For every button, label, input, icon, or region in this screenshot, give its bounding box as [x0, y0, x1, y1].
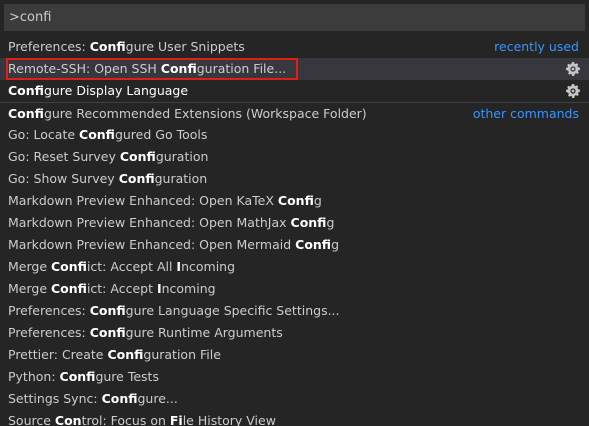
group-label-other-commands: other commands	[472, 106, 579, 121]
command-input-box[interactable]	[4, 4, 585, 31]
list-item[interactable]: Markdown Preview Enhanced: Open Mermaid …	[0, 234, 589, 256]
list-item[interactable]: Go: Show Survey Configuration	[0, 168, 589, 190]
command-label: Configure Recommended Extensions (Worksp…	[8, 106, 367, 121]
command-label: Go: Reset Survey Configuration	[8, 149, 209, 164]
command-palette: Preferences: Configure User Snippets rec…	[0, 0, 589, 426]
command-label: Preferences: Configure Runtime Arguments	[8, 325, 283, 340]
command-label: Markdown Preview Enhanced: Open MathJax …	[8, 215, 335, 230]
command-label: Merge Confiict: Accept Incoming	[8, 281, 216, 296]
command-label: Go: Show Survey Configuration	[8, 171, 208, 186]
list-item[interactable]: Preferences: Configure Runtime Arguments	[0, 322, 589, 344]
list-item[interactable]: Source Control: Focus on File History Vi…	[0, 410, 589, 426]
list-item-selected[interactable]: Remote-SSH: Open SSH Configuration File.…	[0, 58, 589, 80]
gear-icon[interactable]	[565, 61, 581, 77]
command-label: Preferences: Configure User Snippets	[8, 39, 245, 54]
list-item[interactable]: Markdown Preview Enhanced: Open KaTeX Co…	[0, 190, 589, 212]
group-label-recently-used: recently used	[494, 39, 579, 54]
command-search-input[interactable]	[5, 5, 584, 30]
command-label: Python: Configure Tests	[8, 369, 159, 384]
list-item[interactable]: Go: Reset Survey Configuration	[0, 146, 589, 168]
list-item[interactable]: Prettier: Create Configuration File	[0, 344, 589, 366]
command-label: Markdown Preview Enhanced: Open Mermaid …	[8, 237, 340, 252]
command-label: Settings Sync: Configure...	[8, 391, 178, 406]
command-label: Preferences: Configure Language Specific…	[8, 303, 340, 318]
list-item[interactable]: Merge Confiict: Accept Incoming	[0, 278, 589, 300]
gear-icon[interactable]	[565, 83, 581, 99]
command-label: Configure Display Language	[8, 83, 189, 98]
command-label: Merge Confiict: Accept All Incoming	[8, 259, 236, 274]
list-item[interactable]: Merge Confiict: Accept All Incoming	[0, 256, 589, 278]
command-label: Go: Locate Configured Go Tools	[8, 127, 208, 142]
command-results-list: Preferences: Configure User Snippets rec…	[0, 36, 589, 426]
command-label: Remote-SSH: Open SSH Configuration File.…	[8, 61, 287, 76]
list-item[interactable]: Go: Locate Configured Go Tools	[0, 124, 589, 146]
command-label: Source Control: Focus on File History Vi…	[8, 413, 276, 426]
command-label: Markdown Preview Enhanced: Open KaTeX Co…	[8, 193, 322, 208]
list-item[interactable]: Preferences: Configure User Snippets rec…	[0, 36, 589, 58]
highlight-box: Remote-SSH: Open SSH Configuration File.…	[6, 58, 299, 80]
list-item[interactable]: Settings Sync: Configure...	[0, 388, 589, 410]
list-item[interactable]: Configure Display Language	[0, 80, 589, 102]
list-item[interactable]: Configure Recommended Extensions (Worksp…	[0, 102, 589, 124]
list-item[interactable]: Python: Configure Tests	[0, 366, 589, 388]
command-label: Prettier: Create Configuration File	[8, 347, 221, 362]
list-item[interactable]: Markdown Preview Enhanced: Open MathJax …	[0, 212, 589, 234]
list-item[interactable]: Preferences: Configure Language Specific…	[0, 300, 589, 322]
